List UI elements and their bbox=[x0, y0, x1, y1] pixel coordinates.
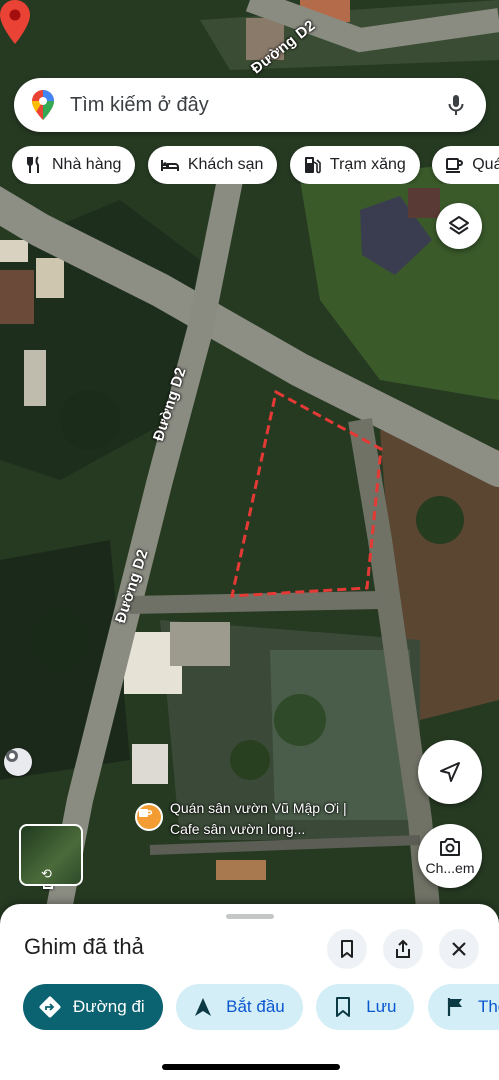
my-location-button[interactable] bbox=[418, 740, 482, 804]
add-label-button[interactable]: Thêm bbox=[427, 984, 499, 1030]
chip-label: Trạm xăng bbox=[329, 156, 406, 173]
directions-icon bbox=[39, 996, 61, 1018]
capture-button[interactable]: Ch...em bbox=[418, 824, 482, 888]
start-button[interactable]: Bắt đầu bbox=[176, 984, 303, 1030]
share-icon bbox=[396, 939, 410, 958]
bookmark-button[interactable] bbox=[327, 929, 367, 969]
navigation-arrow-icon bbox=[440, 762, 460, 782]
cafe-icon bbox=[139, 809, 153, 817]
sheet-drag-handle[interactable] bbox=[226, 914, 274, 919]
chip-label: Nhà hàng bbox=[52, 156, 122, 173]
layers-icon bbox=[449, 216, 469, 235]
category-chips: Nhà hàng Khách sạn Trạm xăng Quán bbox=[12, 146, 499, 184]
hotel-icon bbox=[160, 160, 179, 171]
google-maps-logo-icon bbox=[32, 90, 54, 120]
save-button[interactable]: Lưu bbox=[316, 984, 415, 1030]
location-dot-icon bbox=[6, 750, 18, 762]
chip-hotels[interactable]: Khách sạn bbox=[147, 146, 278, 184]
microphone-icon[interactable] bbox=[444, 93, 468, 117]
chip-gas-stations[interactable]: Trạm xăng bbox=[289, 146, 420, 184]
cafe-icon bbox=[446, 158, 464, 173]
chip-cafes[interactable]: Quán bbox=[432, 146, 499, 184]
close-button[interactable] bbox=[439, 929, 479, 969]
search-bar[interactable]: Tìm kiếm ở đây bbox=[14, 78, 486, 132]
rotate-360-icon: ⟲ bbox=[41, 866, 52, 881]
bookmark-icon bbox=[341, 940, 353, 958]
chip-label: Quán bbox=[472, 156, 499, 173]
camera-search-icon bbox=[440, 838, 460, 856]
action-buttons: Đường đi Bắt đầu Lưu Thêm bbox=[23, 984, 499, 1032]
close-icon bbox=[452, 942, 466, 956]
street-view-dot[interactable] bbox=[4, 748, 32, 776]
action-label: Đường đi bbox=[73, 997, 145, 1016]
home-indicator[interactable] bbox=[162, 1064, 340, 1070]
capture-label: Ch...em bbox=[425, 860, 475, 876]
cafe-place-marker[interactable] bbox=[135, 803, 163, 831]
place-name-label[interactable]: Quán sân vườn Vũ Mập Ơi | Cafe sân vườn … bbox=[170, 798, 380, 840]
street-view-thumbnail[interactable]: ⟲ bbox=[19, 824, 83, 886]
action-label: Bắt đầu bbox=[226, 997, 285, 1016]
search-input[interactable]: Tìm kiếm ở đây bbox=[70, 94, 444, 117]
dropped-pin-icon[interactable] bbox=[0, 0, 30, 44]
bottom-sheet: Ghim đã thả Đường đi Bắt đầu Lưu Th bbox=[0, 904, 499, 1080]
navigation-arrow-icon bbox=[195, 998, 212, 1016]
flag-icon bbox=[447, 998, 462, 1016]
action-label: Lưu bbox=[366, 997, 397, 1016]
sheet-title: Ghim đã thả bbox=[24, 934, 144, 959]
directions-button[interactable]: Đường đi bbox=[23, 984, 163, 1030]
bookmark-icon bbox=[336, 997, 351, 1017]
chip-label: Khách sạn bbox=[187, 156, 264, 173]
gas-station-icon bbox=[304, 157, 321, 174]
share-button[interactable] bbox=[383, 929, 423, 969]
restaurant-icon bbox=[27, 156, 39, 173]
map-layers-button[interactable] bbox=[436, 203, 482, 249]
action-label: Thêm bbox=[477, 997, 499, 1016]
chip-restaurants[interactable]: Nhà hàng bbox=[12, 146, 136, 184]
